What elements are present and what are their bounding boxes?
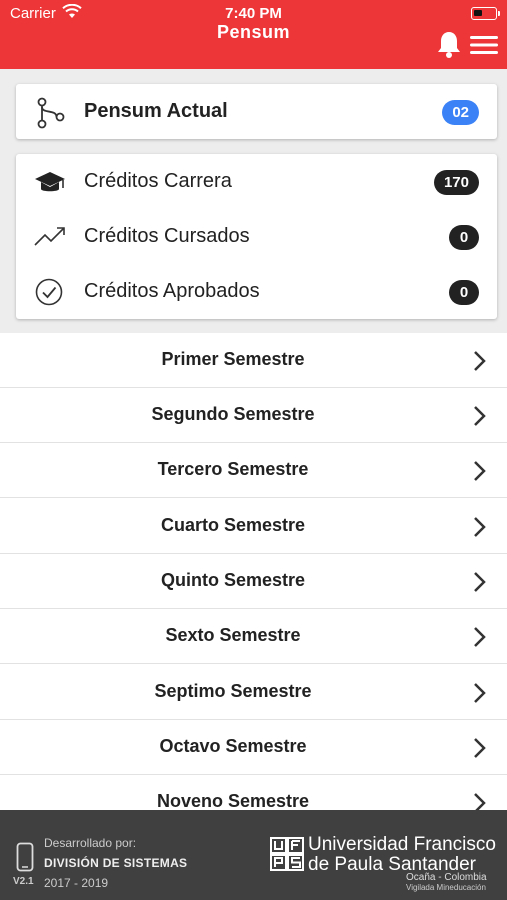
semester-item-1[interactable]: Primer Semestre — [0, 333, 507, 388]
chevron-right-icon — [472, 516, 486, 543]
bell-icon[interactable] — [436, 30, 462, 63]
chevron-right-icon — [472, 350, 486, 377]
pensum-badge: 02 — [442, 100, 479, 125]
phone-icon — [16, 842, 34, 877]
semester-item-5[interactable]: Quinto Semestre — [0, 554, 507, 609]
credits-taken-label: Créditos Cursados — [84, 225, 250, 247]
chevron-right-icon — [472, 460, 486, 487]
app-header: Carrier 7:40 PM Pensum — [0, 0, 507, 69]
semester-item-3[interactable]: Tercero Semestre — [0, 443, 507, 498]
semester-label: Primer Semestre — [161, 349, 305, 369]
university-location: Ocaña - Colombia — [406, 872, 487, 883]
ufps-logo — [270, 837, 304, 876]
semester-label: Tercero Semestre — [157, 459, 309, 479]
semester-label: Segundo Semestre — [151, 404, 315, 424]
semester-list: Primer Semestre Segundo Semestre Tercero… — [0, 333, 507, 810]
chevron-right-icon — [472, 737, 486, 764]
credits-card: Créditos Carrera 170 Créditos Cursados 0… — [16, 154, 497, 319]
university-oversight: Vigilada Mineducación — [406, 883, 486, 892]
pensum-actual-card[interactable]: Pensum Actual 02 — [16, 84, 497, 139]
semester-label: Cuarto Semestre — [160, 515, 306, 535]
footer: V2.1 Desarrollado por: DIVISIÓN DE SISTE… — [0, 810, 507, 900]
years-label: 2017 - 2019 — [44, 876, 109, 890]
pensum-actual-label: Pensum Actual — [84, 100, 228, 122]
developed-by-label: Desarrollado por: — [44, 836, 137, 850]
chevron-right-icon — [472, 682, 486, 709]
semester-label: Sexto Semestre — [165, 625, 301, 645]
semester-item-6[interactable]: Sexto Semestre — [0, 609, 507, 664]
semester-item-4[interactable]: Cuarto Semestre — [0, 499, 507, 554]
credits-approved-row: Créditos Aprobados 0 — [16, 264, 497, 319]
credits-approved-badge: 0 — [449, 280, 479, 305]
graduation-cap-icon — [34, 167, 66, 197]
battery-icon — [471, 7, 500, 20]
page-title: Pensum — [216, 22, 291, 42]
semester-item-8[interactable]: Octavo Semestre — [0, 720, 507, 775]
credits-career-badge: 170 — [433, 170, 479, 195]
trending-up-icon — [34, 222, 66, 252]
status-time: 7:40 PM — [225, 5, 282, 22]
chevron-right-icon — [472, 571, 486, 598]
semester-item-7[interactable]: Septimo Semestre — [0, 665, 507, 720]
credits-taken-badge: 0 — [449, 225, 479, 250]
version-label: V2.1 — [13, 876, 34, 887]
menu-icon[interactable] — [470, 36, 498, 59]
division-label: DIVISIÓN DE SISTEMAS — [44, 856, 188, 870]
branch-icon — [34, 97, 66, 129]
semester-label: Octavo Semestre — [159, 736, 307, 756]
credits-career-label: Créditos Carrera — [84, 170, 232, 192]
semester-label: Quinto Semestre — [160, 570, 306, 590]
chevron-right-icon — [472, 792, 486, 810]
semester-item-2[interactable]: Segundo Semestre — [0, 388, 507, 443]
credits-career-row: Créditos Carrera 170 — [16, 154, 497, 209]
credits-approved-label: Créditos Aprobados — [84, 280, 260, 302]
university-name-line1: Universidad Francisco — [308, 834, 496, 855]
check-circle-icon — [34, 277, 66, 307]
chevron-right-icon — [472, 626, 486, 653]
semester-label: Noveno Semestre — [156, 791, 310, 810]
credits-taken-row: Créditos Cursados 0 — [16, 209, 497, 264]
chevron-right-icon — [472, 405, 486, 432]
semester-item-9[interactable]: Noveno Semestre — [0, 775, 507, 810]
semester-label: Septimo Semestre — [154, 681, 312, 701]
